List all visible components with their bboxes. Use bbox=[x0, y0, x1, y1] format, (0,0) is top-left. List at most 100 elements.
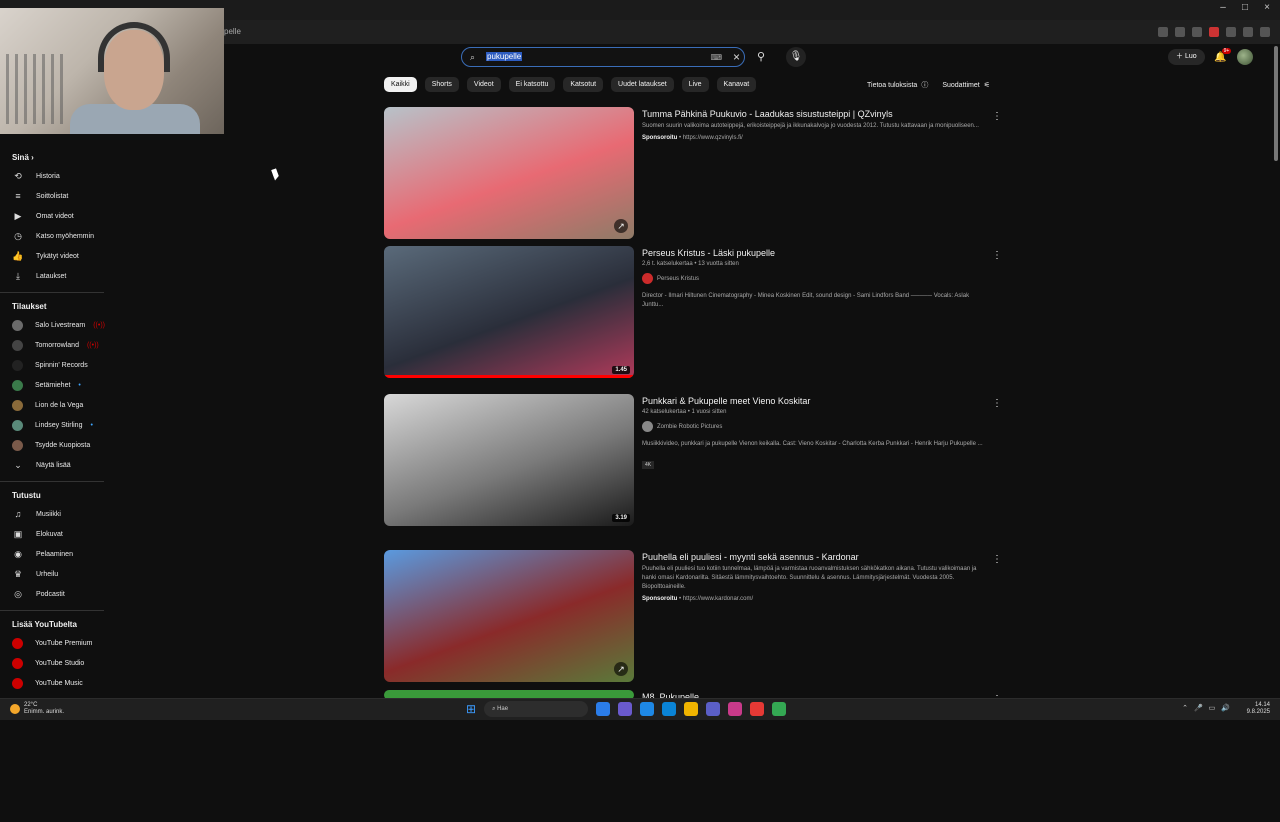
external-link-icon[interactable]: ↗ bbox=[614, 219, 628, 233]
sidebar-item-salo-livestream[interactable]: Salo Livestream ((•)) bbox=[0, 315, 120, 335]
chip-uudet-lataukset[interactable]: Uudet lataukset bbox=[611, 77, 674, 92]
sidebar-item-spinnin-records[interactable]: Spinnin' Records bbox=[0, 355, 120, 375]
chip-kaikki[interactable]: Kaikki bbox=[384, 77, 417, 92]
chevron-up-icon[interactable]: ⌃ bbox=[1182, 704, 1188, 712]
chip-shorts[interactable]: Shorts bbox=[424, 77, 459, 92]
sidebar-item-pelaaminen[interactable]: ◉ Pelaaminen bbox=[0, 544, 120, 564]
avatar[interactable] bbox=[1236, 49, 1253, 65]
video-title[interactable]: Perseus Kristus - Läski pukupelle bbox=[642, 248, 992, 258]
sidebar-item-omat-videot[interactable]: ▶ Omat videot bbox=[0, 206, 120, 226]
filters-button[interactable]: Suodattimet ⚟ bbox=[942, 80, 990, 90]
result-item[interactable]: 3.19 Punkkari & Pukupelle meet Vieno Kosk… bbox=[384, 394, 1004, 526]
sidebar-item-tsydde-kuopiosta[interactable]: Tsydde Kuopiosta bbox=[0, 435, 120, 455]
sidebar-item-tyk-tyt-videot[interactable]: 👍 Tykätyt videot bbox=[0, 246, 120, 266]
sidebar-item-historia[interactable]: ⟲ Historia bbox=[0, 166, 120, 186]
weather-widget[interactable]: 22°C Enimm. aurink. bbox=[10, 702, 64, 716]
chip-ei-katsottu[interactable]: Ei katsottu bbox=[508, 77, 556, 92]
taskbar-app-icon[interactable] bbox=[618, 702, 633, 716]
create-button[interactable]: ＋ Luo bbox=[1168, 49, 1205, 65]
result-item[interactable]: ↗ Tumma Pähkinä Puukuvio - Laadukas sisus… bbox=[384, 107, 1004, 239]
external-link-icon[interactable]: ↗ bbox=[614, 662, 628, 676]
sidebar-item-katso-my-hemmin[interactable]: ◷ Katso myöhemmin bbox=[0, 226, 120, 246]
address-bar[interactable]: pelle bbox=[224, 24, 1124, 40]
more-options-icon[interactable]: ⋮ bbox=[992, 111, 1002, 122]
search-box[interactable]: ⌕ pukupelle ⌨ × bbox=[461, 47, 745, 67]
sidebar-item-lion-de-la-vega[interactable]: Lion de la Vega bbox=[0, 395, 120, 415]
sidebar-item-tomorrowland[interactable]: Tomorrowland ((•)) bbox=[0, 335, 120, 355]
taskbar-app-icon[interactable] bbox=[684, 702, 699, 716]
sidebar-item-lataukset[interactable]: ⤓ Lataukset bbox=[0, 266, 120, 286]
video-thumbnail[interactable]: 1.45 bbox=[384, 246, 634, 378]
clear-search-button[interactable]: × bbox=[733, 50, 740, 64]
taskbar-app-icon[interactable] bbox=[596, 702, 611, 716]
more-options-icon[interactable]: ⋮ bbox=[992, 554, 1002, 565]
video-thumbnail[interactable]: ↗ bbox=[384, 550, 634, 682]
extension-icon[interactable] bbox=[1192, 27, 1202, 37]
sidebar-item-soittolistat[interactable]: ≡ Soittolistat bbox=[0, 186, 120, 206]
taskbar-app-icon[interactable] bbox=[662, 702, 677, 716]
keyboard-icon[interactable]: ⌨ bbox=[710, 53, 722, 62]
about-results-link[interactable]: Tietoa tuloksista ⓘ bbox=[867, 80, 928, 90]
voice-search-button[interactable]: 🎙 bbox=[786, 47, 806, 67]
more-options-icon[interactable]: ⋮ bbox=[992, 398, 1002, 409]
chip-kanavat[interactable]: Kanavat bbox=[716, 77, 757, 92]
sliders-icon: ⚟ bbox=[983, 82, 990, 89]
result-item[interactable]: ↗ Puuhella eli puuliesi - myynti sekä ase… bbox=[384, 550, 1004, 682]
extension-icon[interactable] bbox=[1209, 27, 1219, 37]
volume-icon[interactable]: 🔊 bbox=[1221, 704, 1230, 712]
chip-videot[interactable]: Videot bbox=[466, 77, 501, 92]
taskbar-search[interactable]: ⌕ Hae bbox=[484, 701, 589, 717]
page-scrollbar[interactable] bbox=[1274, 46, 1278, 161]
chip-live[interactable]: Live bbox=[681, 77, 709, 92]
close-window-button[interactable]: × bbox=[1256, 2, 1278, 13]
extensions-puzzle-icon[interactable] bbox=[1226, 27, 1236, 37]
video-title[interactable]: Tumma Pähkinä Puukuvio - Laadukas sisust… bbox=[642, 109, 992, 119]
search-button[interactable]: ⚲ bbox=[751, 48, 771, 66]
notifications-bell-icon[interactable]: 🔔 9+ bbox=[1213, 47, 1232, 63]
bookmark-star-icon[interactable] bbox=[1175, 27, 1185, 37]
sidebar-item-youtube-premium[interactable]: YouTube Premium bbox=[0, 633, 120, 653]
taskbar-app-icon[interactable] bbox=[640, 702, 655, 716]
menu-dots-icon[interactable] bbox=[1260, 27, 1270, 37]
result-meta: Tumma Pähkinä Puukuvio - Laadukas sisust… bbox=[642, 109, 992, 141]
taskbar-app-icon[interactable] bbox=[750, 702, 765, 716]
video-thumbnail[interactable]: ↗ bbox=[384, 107, 634, 239]
sidebar-item-musiikki[interactable]: ♫ Musiikki bbox=[0, 504, 120, 524]
network-icon[interactable]: ▭ bbox=[1209, 704, 1216, 712]
windows-start-icon[interactable]: ⊞ bbox=[466, 702, 476, 716]
sidebar-item-label: Tsydde Kuopiosta bbox=[35, 441, 91, 449]
channel-link[interactable]: Perseus Kristus bbox=[642, 273, 992, 284]
maximize-button[interactable]: □ bbox=[1234, 2, 1256, 13]
quality-badge: 4K bbox=[642, 461, 655, 469]
channel-link[interactable]: Zombie Robotic Pictures bbox=[642, 421, 992, 432]
sidebar-item-podcastit[interactable]: ◎ Podcastit bbox=[0, 584, 120, 604]
minimize-button[interactable]: – bbox=[1212, 2, 1234, 13]
taskbar-app-icon[interactable] bbox=[772, 702, 787, 716]
video-title[interactable]: Puuhella eli puuliesi - myynti sekä asen… bbox=[642, 552, 992, 562]
video-title[interactable]: Punkkari & Pukupelle meet Vieno Koskitar bbox=[642, 396, 992, 406]
profile-icon[interactable] bbox=[1243, 27, 1253, 37]
video-thumbnail[interactable]: 3.19 bbox=[384, 394, 634, 526]
chevron-down-icon: ⌄ bbox=[14, 459, 22, 470]
sponsored-line[interactable]: Sponsoroitu • https://www.kardonar.com/ bbox=[642, 596, 992, 602]
sidebar-item-elokuvat[interactable]: ▣ Elokuvat bbox=[0, 524, 120, 544]
sidebar-item-lindsey-stirling[interactable]: Lindsey Stirling • bbox=[0, 415, 120, 435]
sidebar-item-youtube-studio[interactable]: YouTube Studio bbox=[0, 653, 120, 673]
sidebar-show-more[interactable]: ⌄ Näytä lisää bbox=[0, 455, 120, 475]
more-options-icon[interactable]: ⋮ bbox=[992, 250, 1002, 261]
channel-name: Zombie Robotic Pictures bbox=[657, 423, 723, 430]
sidebar-you-heading[interactable]: Sinä › bbox=[0, 150, 120, 166]
microphone-icon[interactable]: 🎤 bbox=[1194, 704, 1203, 712]
install-icon[interactable] bbox=[1158, 27, 1168, 37]
result-item[interactable]: 1.45 Perseus Kristus - Läski pukupelle 2,6… bbox=[384, 246, 1004, 378]
taskbar-app-icon[interactable] bbox=[728, 702, 743, 716]
sponsored-line[interactable]: Sponsoroitu • https://www.qzvinyls.fi/ bbox=[642, 135, 992, 141]
sidebar-item-youtube-music[interactable]: YouTube Music bbox=[0, 673, 120, 693]
search-input[interactable]: pukupelle bbox=[486, 52, 523, 61]
video-stats: 2,6 t. katselukertaa • 13 vuotta sitten bbox=[642, 261, 739, 267]
sidebar-item-urheilu[interactable]: ♛ Urheilu bbox=[0, 564, 120, 584]
taskbar-app-icon[interactable] bbox=[706, 702, 721, 716]
sidebar-item-set-miehet[interactable]: Setämiehet • bbox=[0, 375, 120, 395]
chip-katsotut[interactable]: Katsotut bbox=[563, 77, 604, 92]
taskbar-clock[interactable]: 14.14 9.8.2025 bbox=[1247, 702, 1270, 716]
